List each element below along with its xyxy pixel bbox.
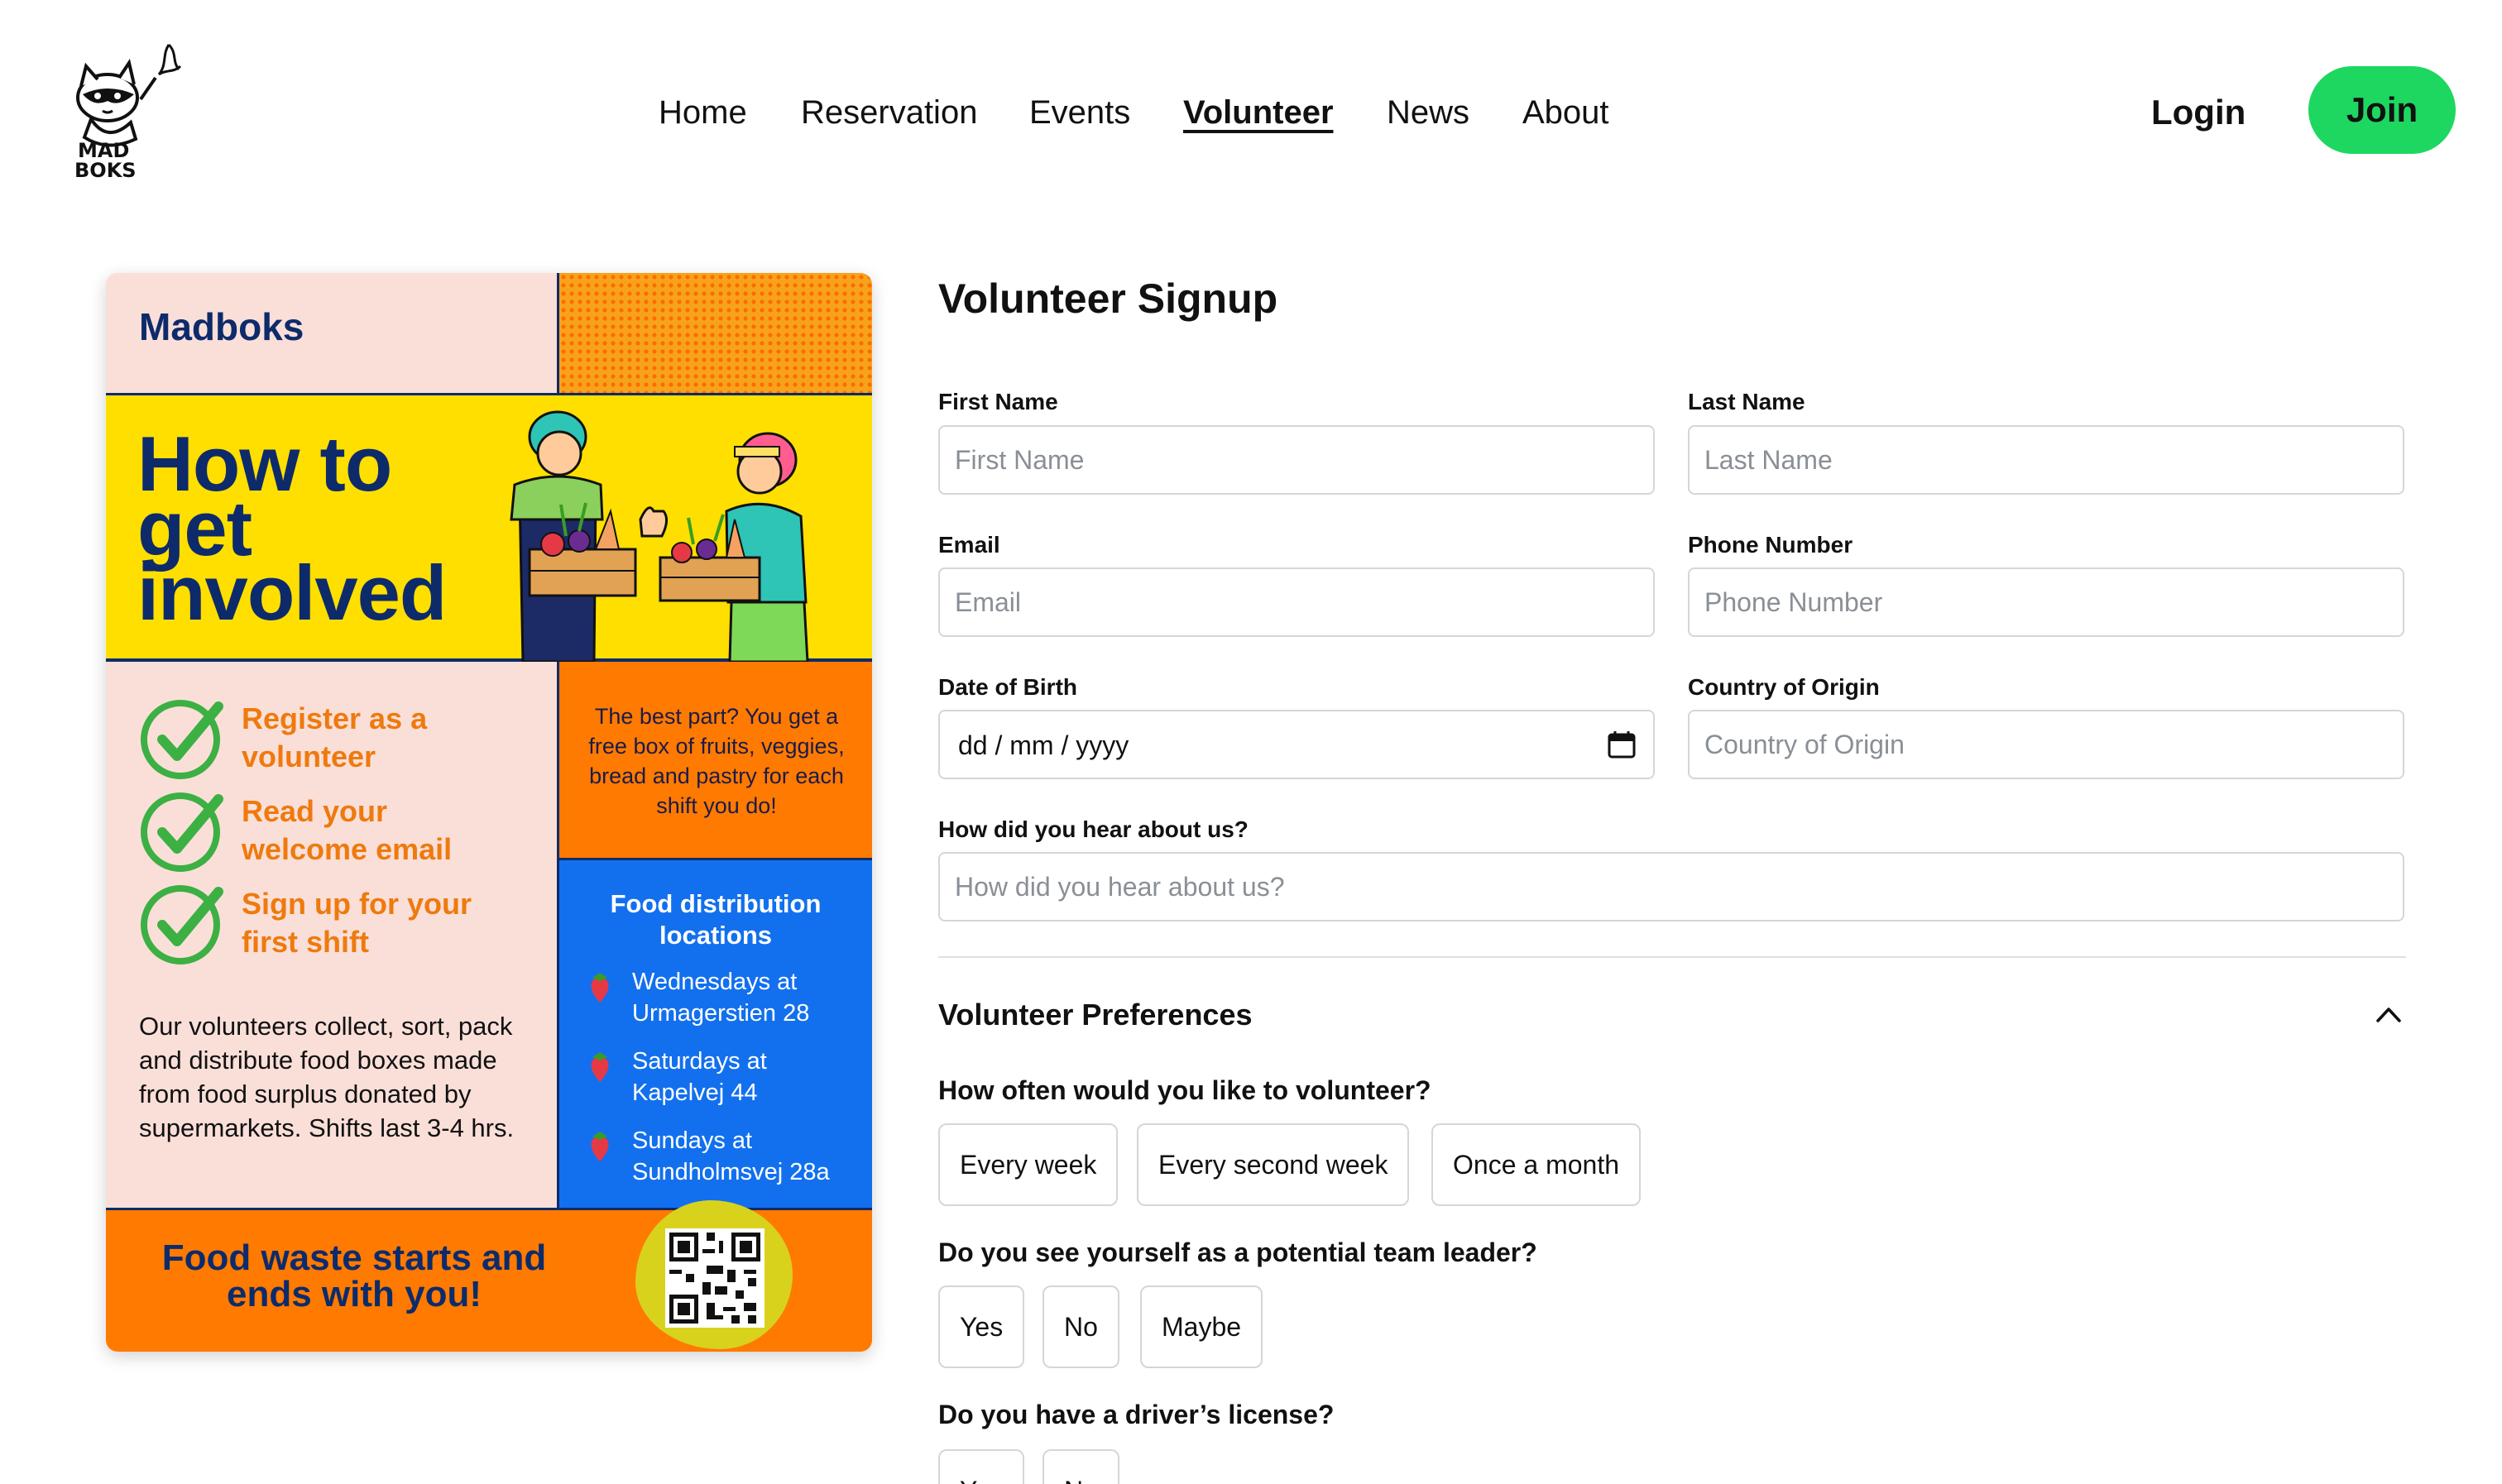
step-welcome-email: Read your welcome email bbox=[139, 787, 553, 874]
poster-description: Our volunteers collect, sort, pack and d… bbox=[139, 1012, 515, 1142]
login-link[interactable]: Login bbox=[2151, 89, 2246, 136]
poster-halftone-pattern bbox=[559, 273, 872, 395]
nav-home[interactable]: Home bbox=[659, 89, 747, 136]
strawberry-icon bbox=[591, 1052, 609, 1082]
option-every-week[interactable]: Every week bbox=[938, 1123, 1119, 1206]
poster-hero: How to get involved bbox=[106, 395, 872, 662]
section-divider bbox=[938, 956, 2406, 958]
country-input[interactable] bbox=[1688, 710, 2404, 779]
preferences-title[interactable]: Volunteer Preferences bbox=[938, 998, 1253, 1032]
poster-steps: Register as a volunteer Read your welcome … bbox=[106, 662, 559, 1208]
chevron-up-icon[interactable] bbox=[2375, 1003, 2403, 1026]
poster-hero-title: How to get involved bbox=[137, 425, 447, 636]
license-option-no[interactable]: No bbox=[1042, 1449, 1119, 1484]
option-every-second-week[interactable]: Every second week bbox=[1137, 1123, 1410, 1206]
poster-locations: Food distribution locations Wednesdays a… bbox=[559, 860, 872, 1208]
poster-footer: Food waste starts and ends with you! bbox=[106, 1200, 872, 1352]
main-menu: Home Reservation Events Volunteer News A… bbox=[0, 89, 2502, 136]
last-name-label: Last Name bbox=[1688, 389, 1805, 414]
hear-label: How did you hear about us? bbox=[938, 816, 1249, 842]
top-navigation: MAD BOKS Home Reservation Events Volunte… bbox=[0, 0, 2502, 223]
option-once-a-month[interactable]: Once a month bbox=[1431, 1123, 1641, 1206]
leader-option-yes[interactable]: Yes bbox=[938, 1285, 1025, 1368]
poster-footer-text: Food waste starts and ends with you! bbox=[161, 1237, 547, 1314]
location-sunday: Sundays at Sundholmsvej 28a bbox=[586, 1125, 867, 1191]
join-button[interactable]: Join bbox=[2308, 66, 2456, 154]
leader-option-no[interactable]: No bbox=[1042, 1285, 1119, 1368]
strawberry-icon bbox=[591, 1132, 609, 1161]
email-input[interactable] bbox=[938, 567, 1655, 637]
volunteer-poster: Madboks How to get involved Register as … bbox=[106, 273, 872, 1352]
dob-display: dd / mm / yyyy bbox=[958, 730, 1129, 760]
calendar-icon[interactable] bbox=[1607, 730, 1637, 759]
location-saturday: Saturdays at Kapelvej 44 bbox=[586, 1046, 867, 1112]
nav-news[interactable]: News bbox=[1387, 89, 1469, 136]
team-leader-question: Do you see yourself as a potential team … bbox=[938, 1237, 1537, 1267]
hear-input[interactable] bbox=[938, 852, 2404, 922]
step-first-shift: Sign up for your first shift bbox=[139, 880, 553, 966]
check-circle-icon bbox=[141, 792, 223, 872]
locations-title: Food distribution locations bbox=[610, 889, 822, 950]
license-option-yes[interactable]: Yes bbox=[938, 1449, 1025, 1484]
email-label: Email bbox=[938, 532, 1000, 558]
check-circle-icon bbox=[141, 700, 223, 779]
nav-about[interactable]: About bbox=[1522, 89, 1609, 136]
qr-code[interactable] bbox=[665, 1228, 764, 1328]
nav-events[interactable]: Events bbox=[1029, 89, 1130, 136]
first-name-input[interactable] bbox=[938, 425, 1655, 495]
logo-text-boks: BOKS bbox=[74, 159, 137, 182]
leader-option-maybe[interactable]: Maybe bbox=[1140, 1285, 1263, 1368]
strawberry-icon bbox=[591, 973, 609, 1003]
first-name-label: First Name bbox=[938, 389, 1058, 414]
phone-label: Phone Number bbox=[1688, 532, 1853, 558]
poster-best-part: The best part? You get a free box of fru… bbox=[559, 662, 872, 860]
last-name-input[interactable] bbox=[1688, 425, 2404, 495]
nav-volunteer[interactable]: Volunteer bbox=[1183, 89, 1334, 136]
step-register: Register as a volunteer bbox=[139, 695, 553, 781]
check-circle-icon bbox=[141, 885, 223, 965]
best-part-text: The best part? You get a free box of fru… bbox=[588, 704, 845, 818]
form-title: Volunteer Signup bbox=[938, 275, 1278, 322]
poster-brand: Madboks bbox=[139, 305, 304, 348]
volunteers-illustration bbox=[510, 410, 809, 662]
hero-line-3: involved bbox=[137, 549, 447, 636]
license-question: Do you have a driver’s license? bbox=[938, 1400, 1335, 1429]
poster-brand-cell: Madboks bbox=[106, 273, 559, 395]
nav-reservation[interactable]: Reservation bbox=[801, 89, 977, 136]
frequency-question: How often would you like to volunteer? bbox=[938, 1075, 1431, 1105]
location-wednesday: Wednesdays at Urmagerstien 28 bbox=[586, 966, 867, 1032]
dob-label: Date of Birth bbox=[938, 674, 1077, 700]
country-label: Country of Origin bbox=[1688, 674, 1880, 700]
dob-date-input[interactable]: dd / mm / yyyy bbox=[938, 710, 1655, 779]
phone-input[interactable] bbox=[1688, 567, 2404, 637]
